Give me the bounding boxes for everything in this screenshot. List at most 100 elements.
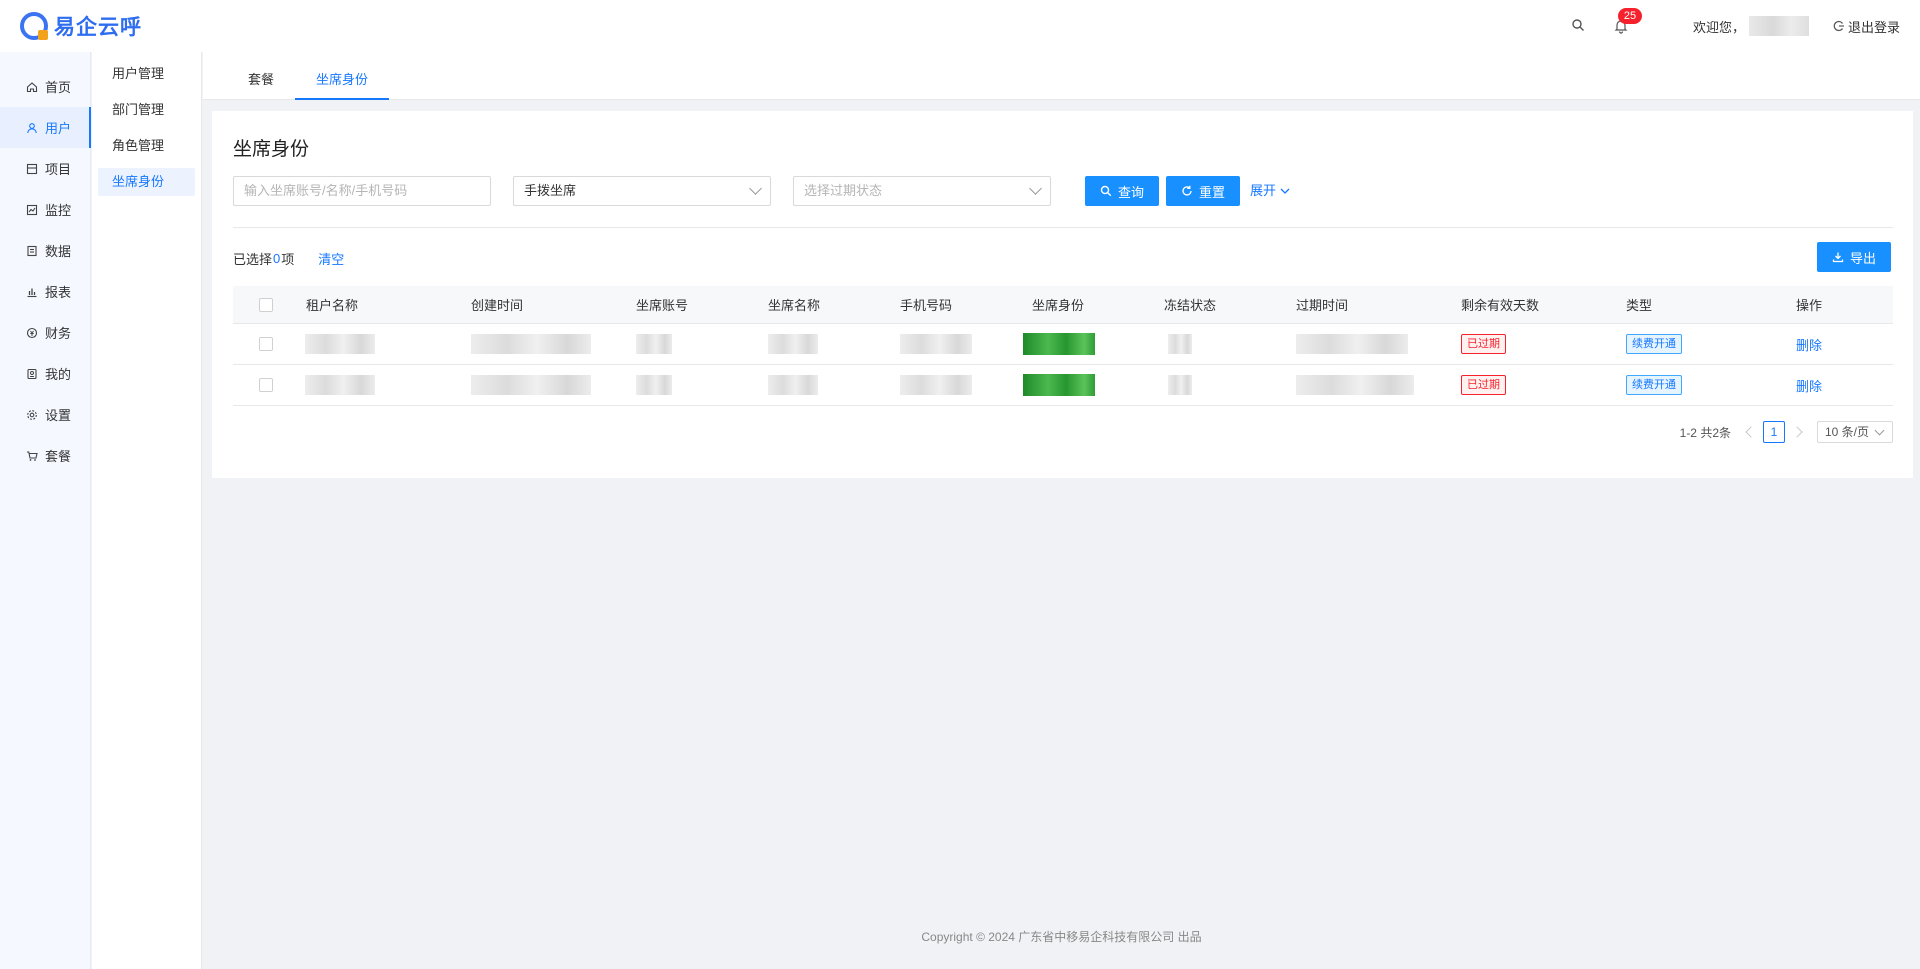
next-page-icon[interactable] bbox=[1791, 426, 1803, 438]
notification-bell-icon[interactable]: 25 bbox=[1613, 8, 1642, 34]
agent-account-redacted bbox=[636, 324, 672, 364]
chevron-down-icon bbox=[1029, 182, 1042, 195]
row-checkbox[interactable] bbox=[259, 365, 273, 405]
project-icon bbox=[25, 162, 39, 176]
remaining-days: 已过期 bbox=[1461, 365, 1506, 405]
agent-type-select[interactable]: 手拨坐席 bbox=[513, 176, 771, 206]
prev-page-icon[interactable] bbox=[1745, 426, 1757, 438]
phone-number-redacted bbox=[900, 365, 972, 405]
agent-identity-redacted bbox=[1023, 365, 1095, 405]
reset-button[interactable]: 重置 bbox=[1166, 176, 1240, 206]
subnav-item-agent-identity[interactable]: 坐席身份 bbox=[98, 168, 195, 196]
nav-item-finance[interactable]: 财务 bbox=[0, 312, 90, 353]
content-card: 坐席身份 输入坐席账号/名称/手机号码 手拨坐席 选择过期状态 查询 重置 展开… bbox=[212, 111, 1913, 478]
nav-item-project[interactable]: 项目 bbox=[0, 148, 90, 189]
app-logo[interactable]: 易企云呼 bbox=[20, 11, 142, 41]
settings-icon bbox=[25, 408, 39, 422]
table-row: 已过期 续费开通 删除 bbox=[233, 324, 1893, 365]
tenant-name-redacted bbox=[305, 365, 375, 405]
home-icon bbox=[25, 80, 39, 94]
top-header: 易企云呼 25 欢迎您， 退出登录 bbox=[0, 0, 1920, 52]
expire-time-redacted bbox=[1296, 365, 1414, 405]
phone-number-redacted bbox=[900, 324, 972, 364]
export-button[interactable]: 导出 bbox=[1817, 242, 1891, 272]
data-icon bbox=[25, 244, 39, 258]
logout-icon bbox=[1833, 20, 1844, 32]
page-title: 坐席身份 bbox=[233, 139, 310, 160]
user-icon bbox=[25, 121, 39, 135]
clear-selection-link[interactable]: 清空 bbox=[318, 249, 344, 268]
agent-table: 租户名称 创建时间 坐席账号 坐席名称 手机号码 坐席身份 冻结状态 过期时间 … bbox=[233, 286, 1893, 406]
expired-tag: 已过期 bbox=[1461, 334, 1506, 354]
logout-label: 退出登录 bbox=[1847, 19, 1900, 35]
nav-item-mine[interactable]: 我的 bbox=[0, 353, 90, 394]
chevron-down-icon bbox=[749, 182, 762, 195]
selected-suffix: 项 bbox=[281, 251, 295, 267]
footer-copyright: Copyright © 2024 广东省中移易企科技有限公司 出品 bbox=[921, 930, 1202, 944]
nav-item-home[interactable]: 首页 bbox=[0, 66, 90, 107]
query-button[interactable]: 查询 bbox=[1085, 176, 1159, 206]
table-header: 租户名称 创建时间 坐席账号 坐席名称 手机号码 坐席身份 冻结状态 过期时间 … bbox=[233, 286, 1893, 324]
type: 续费开通 bbox=[1626, 324, 1682, 364]
selected-count: 0 bbox=[273, 250, 281, 266]
report-icon bbox=[25, 285, 39, 299]
select-all-checkbox[interactable] bbox=[259, 286, 273, 323]
selection-info: 已选择 0 项 清空 bbox=[233, 248, 344, 268]
expiry-status-select[interactable]: 选择过期状态 bbox=[793, 176, 1051, 206]
search-icon bbox=[1100, 185, 1112, 197]
column-header: 过期时间 bbox=[1296, 298, 1349, 313]
subnav-item-department-management[interactable]: 部门管理 bbox=[98, 96, 195, 124]
expired-tag: 已过期 bbox=[1461, 375, 1506, 395]
query-button-label: 查询 bbox=[1117, 184, 1144, 200]
expand-label: 展开 bbox=[1250, 183, 1277, 198]
column-header: 坐席账号 bbox=[636, 298, 689, 313]
nav-item-data[interactable]: 数据 bbox=[0, 230, 90, 271]
agent-name-redacted bbox=[768, 365, 818, 405]
welcome-text: 欢迎您， bbox=[1693, 16, 1809, 36]
column-header: 剩余有效天数 bbox=[1461, 298, 1540, 313]
delete-link[interactable]: 删除 bbox=[1796, 324, 1822, 364]
page-size-select[interactable]: 10 条/页 bbox=[1817, 421, 1893, 443]
tab-agent-identity[interactable]: 坐席身份 bbox=[295, 52, 390, 100]
expand-filters-link[interactable]: 展开 bbox=[1250, 176, 1291, 206]
welcome-label: 欢迎您， bbox=[1692, 19, 1745, 35]
nav-item-label: 用户 bbox=[45, 121, 72, 136]
page-number[interactable]: 1 bbox=[1763, 421, 1785, 443]
chevron-down-icon bbox=[1280, 188, 1290, 194]
nav-item-label: 监控 bbox=[45, 203, 72, 218]
nav-item-label: 套餐 bbox=[45, 449, 72, 464]
logo-mark-icon bbox=[20, 12, 48, 40]
nav-item-label: 设置 bbox=[45, 408, 72, 423]
pagination-summary: 1-2 共2条 bbox=[1679, 425, 1731, 440]
column-header: 类型 bbox=[1626, 298, 1653, 313]
subnav-item-role-management[interactable]: 角色管理 bbox=[98, 132, 195, 160]
notification-badge: 25 bbox=[1617, 8, 1642, 24]
nav-item-report[interactable]: 报表 bbox=[0, 271, 90, 312]
delete-link[interactable]: 删除 bbox=[1796, 365, 1822, 405]
tenant-name-redacted bbox=[305, 324, 375, 364]
nav-item-label: 我的 bbox=[45, 367, 72, 382]
created-time-redacted bbox=[471, 365, 591, 405]
nav-item-user[interactable]: 用户 bbox=[0, 107, 91, 148]
freeze-status-redacted bbox=[1168, 365, 1192, 405]
subnav-item-user-management[interactable]: 用户管理 bbox=[98, 60, 195, 88]
tab-package[interactable]: 套餐 bbox=[227, 52, 295, 100]
column-header: 手机号码 bbox=[900, 298, 953, 313]
column-header: 冻结状态 bbox=[1164, 298, 1217, 313]
type: 续费开通 bbox=[1626, 365, 1682, 405]
agent-name-redacted bbox=[768, 324, 818, 364]
agent-type-select-value: 手拨坐席 bbox=[524, 183, 577, 198]
nav-item-label: 数据 bbox=[45, 244, 72, 259]
nav-item-settings[interactable]: 设置 bbox=[0, 394, 90, 435]
logout-button[interactable]: 退出登录 bbox=[1833, 17, 1900, 36]
nav-item-monitor[interactable]: 监控 bbox=[0, 189, 90, 230]
search-icon[interactable] bbox=[1571, 18, 1585, 35]
row-checkbox[interactable] bbox=[259, 324, 273, 364]
search-input[interactable]: 输入坐席账号/名称/手机号码 bbox=[233, 176, 491, 206]
export-button-label: 导出 bbox=[1849, 250, 1876, 266]
mine-icon bbox=[25, 367, 39, 381]
monitor-icon bbox=[25, 203, 39, 217]
nav-item-package[interactable]: 套餐 bbox=[0, 435, 90, 476]
cart-icon bbox=[25, 449, 39, 463]
nav-item-label: 财务 bbox=[45, 326, 72, 341]
